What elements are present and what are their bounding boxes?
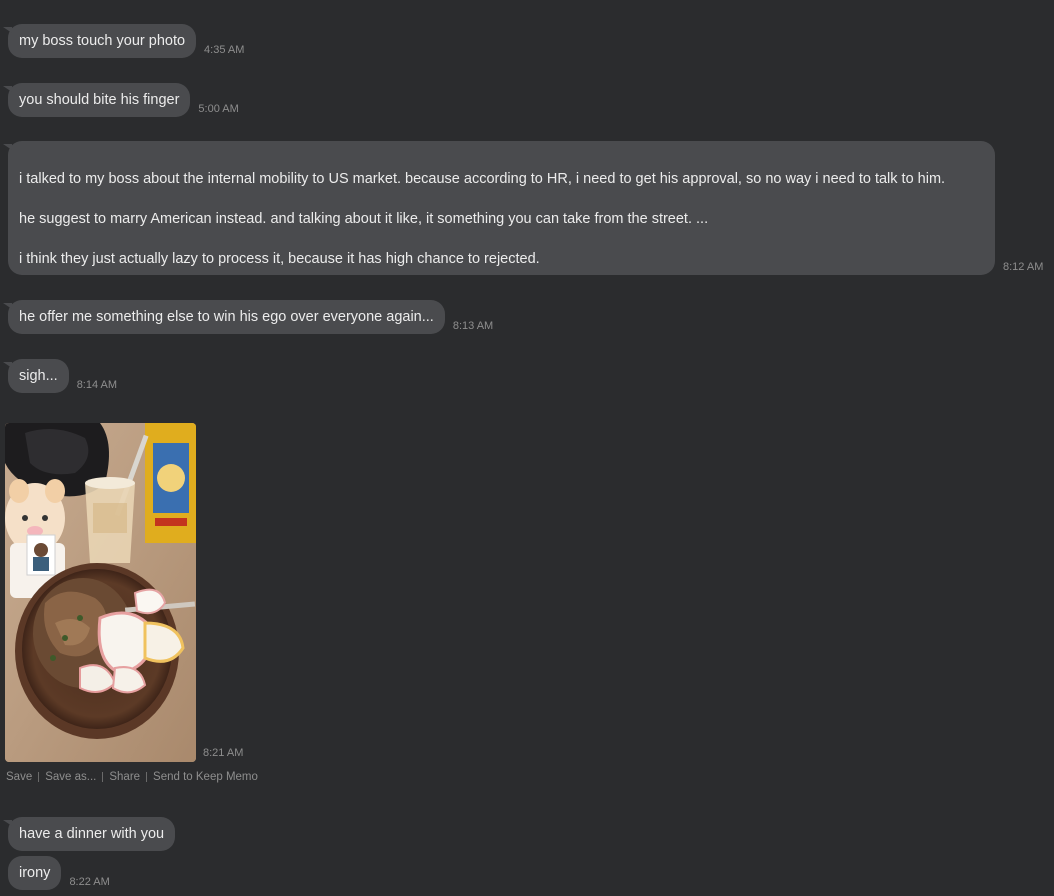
action-divider bbox=[146, 772, 148, 782]
message-bubble[interactable]: he offer me something else to win his eg… bbox=[3, 300, 445, 334]
message-timestamp: 8:12 AM bbox=[1003, 261, 1044, 273]
message-paragraph: i think they just actually lazy to proce… bbox=[19, 251, 540, 267]
message-timestamp: 8:13 AM bbox=[452, 320, 494, 332]
message-paragraph: he suggest to marry American instead. an… bbox=[19, 211, 709, 227]
message-bubble[interactable]: i talked to my boss about the internal m… bbox=[3, 141, 995, 275]
message-bubble[interactable]: irony bbox=[8, 856, 62, 890]
message-timestamp: 8:14 AM bbox=[76, 379, 118, 391]
message-row: irony 8:22 AM bbox=[8, 856, 110, 890]
chat-view: my boss touch your photo 4:35 AM you sho… bbox=[0, 0, 1054, 896]
message-paragraph: i talked to my boss about the internal m… bbox=[19, 171, 946, 187]
message-row: have a dinner with you bbox=[2, 817, 176, 851]
message-row: he offer me something else to win his eg… bbox=[3, 300, 494, 334]
message-row: i talked to my boss about the internal m… bbox=[3, 141, 1044, 275]
photo-timestamp: 8:21 AM bbox=[203, 747, 244, 759]
save-as-link[interactable]: Save as... bbox=[45, 771, 96, 783]
message-row: sigh... 8:14 AM bbox=[3, 359, 118, 393]
action-divider bbox=[38, 772, 40, 782]
message-timestamp: 8:22 AM bbox=[69, 876, 110, 888]
message-timestamp: 5:00 AM bbox=[198, 103, 239, 115]
message-bubble[interactable]: my boss touch your photo bbox=[2, 24, 197, 58]
message-bubble[interactable]: have a dinner with you bbox=[2, 817, 176, 851]
food-photo-image bbox=[5, 423, 196, 762]
photo-actions-bar: Save Save as... Share Send to Keep Memo bbox=[6, 771, 258, 783]
share-link[interactable]: Share bbox=[109, 771, 140, 783]
send-to-keep-memo-link[interactable]: Send to Keep Memo bbox=[153, 771, 258, 783]
message-row: my boss touch your photo 4:35 AM bbox=[2, 24, 245, 58]
message-timestamp: 4:35 AM bbox=[204, 44, 245, 56]
message-row: you should bite his finger 5:00 AM bbox=[2, 83, 239, 117]
save-link[interactable]: Save bbox=[6, 771, 32, 783]
message-bubble[interactable]: sigh... bbox=[3, 359, 69, 393]
message-bubble[interactable]: you should bite his finger bbox=[2, 83, 191, 117]
action-divider bbox=[102, 772, 104, 782]
photo-attachment[interactable] bbox=[5, 423, 196, 762]
